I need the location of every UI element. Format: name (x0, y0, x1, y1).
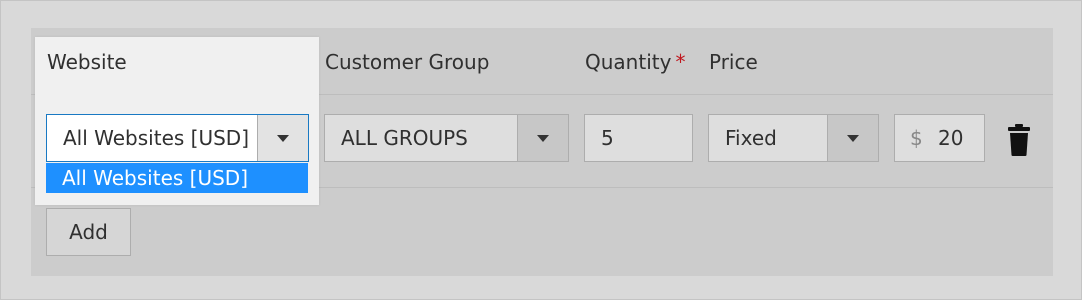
website-select-value: All Websites [USD] (63, 126, 249, 150)
customer-group-select-toggle[interactable] (517, 115, 568, 161)
quantity-input[interactable]: 5 (584, 114, 693, 162)
price-input-value: 20 (938, 126, 964, 150)
currency-symbol: $ (910, 126, 923, 150)
trash-icon[interactable] (1006, 124, 1032, 156)
website-option-all-websites[interactable]: All Websites [USD] (46, 163, 308, 193)
website-select-toggle[interactable] (257, 115, 308, 161)
required-mark: * (675, 50, 686, 74)
column-header-website: Website (47, 50, 127, 74)
price-type-select[interactable]: Fixed (708, 114, 879, 162)
add-button[interactable]: Add (46, 208, 131, 256)
column-header-price: Price (709, 50, 758, 74)
price-type-select-value: Fixed (725, 126, 777, 150)
chevron-down-icon (277, 135, 289, 142)
customer-group-select[interactable]: ALL GROUPS (324, 114, 569, 162)
chevron-down-icon (537, 135, 549, 142)
column-header-customer-group: Customer Group (325, 50, 490, 74)
website-select[interactable]: All Websites [USD] (46, 114, 309, 162)
customer-group-select-value: ALL GROUPS (341, 126, 468, 150)
column-header-quantity: Quantity * (585, 50, 685, 74)
chevron-down-icon (847, 135, 859, 142)
price-type-select-toggle[interactable] (827, 115, 878, 161)
quantity-label: Quantity (585, 50, 672, 74)
quantity-input-value: 5 (601, 126, 614, 150)
price-input[interactable]: $ 20 (894, 114, 985, 162)
